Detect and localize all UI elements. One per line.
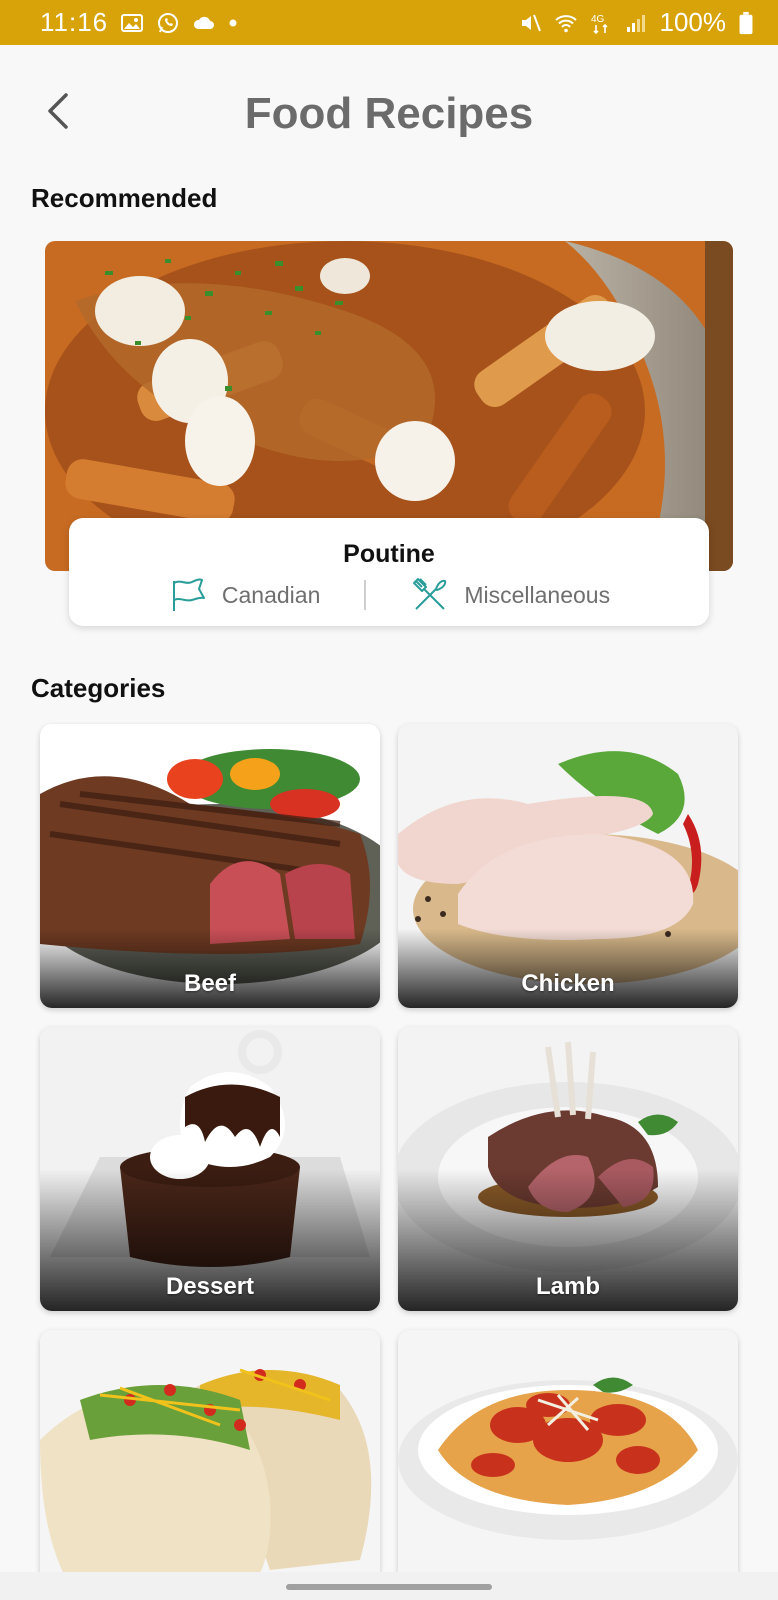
category-label: Beef: [183, 970, 237, 997]
category-label: Lamb: [535, 1273, 600, 1300]
category-card-dessert[interactable]: Dessert: [40, 1027, 380, 1311]
category-label: Dessert: [165, 1273, 255, 1300]
cloud-icon: [192, 11, 216, 35]
page-title: Food Recipes: [244, 89, 534, 138]
recipe-meta: Canadian Miscellaneous: [69, 576, 709, 614]
recommended-info-card[interactable]: Poutine Canadian Miscellaneous: [69, 518, 709, 626]
chicken-image: [398, 724, 738, 1008]
meta-divider: [364, 580, 367, 610]
image-icon: [120, 11, 144, 35]
recommended-heading: Recommended: [31, 183, 218, 213]
signal-icon: [624, 11, 648, 35]
recipe-category: Miscellaneous: [410, 575, 610, 615]
pasta-image: [398, 1330, 738, 1600]
svg-text:4G: 4G: [591, 14, 605, 25]
app-header: Food Recipes: [0, 45, 778, 185]
network-icon: 4G: [590, 11, 612, 35]
category-card-lamb[interactable]: Lamb: [398, 1027, 738, 1311]
recipe-area: Canadian: [168, 575, 320, 615]
status-bar: 11:16 4G 100%: [0, 0, 778, 45]
category-label: Miscellaneous: [464, 581, 611, 608]
area-label: Canadian: [221, 581, 321, 608]
dot-icon: [228, 11, 238, 35]
category-card-beef[interactable]: Beef: [40, 724, 380, 1008]
battery-icon: [738, 11, 754, 35]
status-time: 11:16: [40, 7, 109, 37]
category-label: Chicken: [521, 970, 615, 997]
tacos-image: [40, 1330, 380, 1600]
beef-image: [40, 724, 380, 1008]
mute-icon: [518, 11, 542, 35]
category-card-5[interactable]: [40, 1330, 380, 1600]
dessert-image: [40, 1027, 380, 1311]
recipe-name: Poutine: [343, 540, 435, 568]
utensils-icon: [410, 575, 450, 615]
lamb-image: [398, 1027, 738, 1311]
flag-icon: [168, 575, 208, 615]
category-card-6[interactable]: [398, 1330, 738, 1600]
categories-heading: Categories: [31, 673, 166, 703]
category-card-chicken[interactable]: Chicken: [398, 724, 738, 1008]
home-indicator[interactable]: [286, 1584, 492, 1590]
battery-percentage: 100%: [659, 7, 727, 37]
wifi-icon: [554, 11, 578, 35]
whatsapp-icon: [156, 11, 180, 35]
